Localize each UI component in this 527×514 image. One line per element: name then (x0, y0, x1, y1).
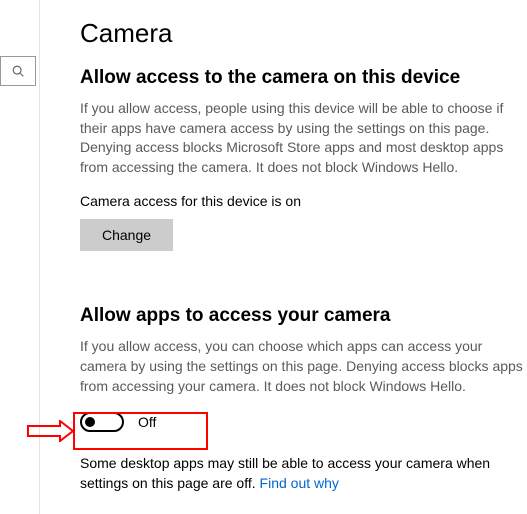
app-access-toggle-row: Off (80, 412, 527, 432)
content-area: Camera Allow access to the camera on thi… (80, 0, 527, 493)
section-heading-device: Allow access to the camera on this devic… (80, 67, 527, 89)
find-out-why-link[interactable]: Find out why (260, 475, 339, 491)
desktop-apps-footnote: Some desktop apps may still be able to a… (80, 454, 527, 493)
app-access-toggle[interactable] (80, 412, 124, 432)
app-access-description: If you allow access, you can choose whic… (80, 337, 527, 396)
device-access-status: Camera access for this device is on (80, 193, 527, 209)
section-app-access: Allow apps to access your camera If you … (80, 305, 527, 493)
page-title: Camera (80, 18, 527, 49)
toggle-state-label: Off (138, 414, 156, 430)
search-icon (11, 64, 25, 78)
section-device-access: Allow access to the camera on this devic… (80, 67, 527, 251)
search-input[interactable] (0, 56, 36, 86)
change-button[interactable]: Change (80, 219, 173, 251)
section-heading-apps: Allow apps to access your camera (80, 305, 527, 327)
left-rail (0, 0, 40, 514)
device-access-description: If you allow access, people using this d… (80, 99, 527, 177)
